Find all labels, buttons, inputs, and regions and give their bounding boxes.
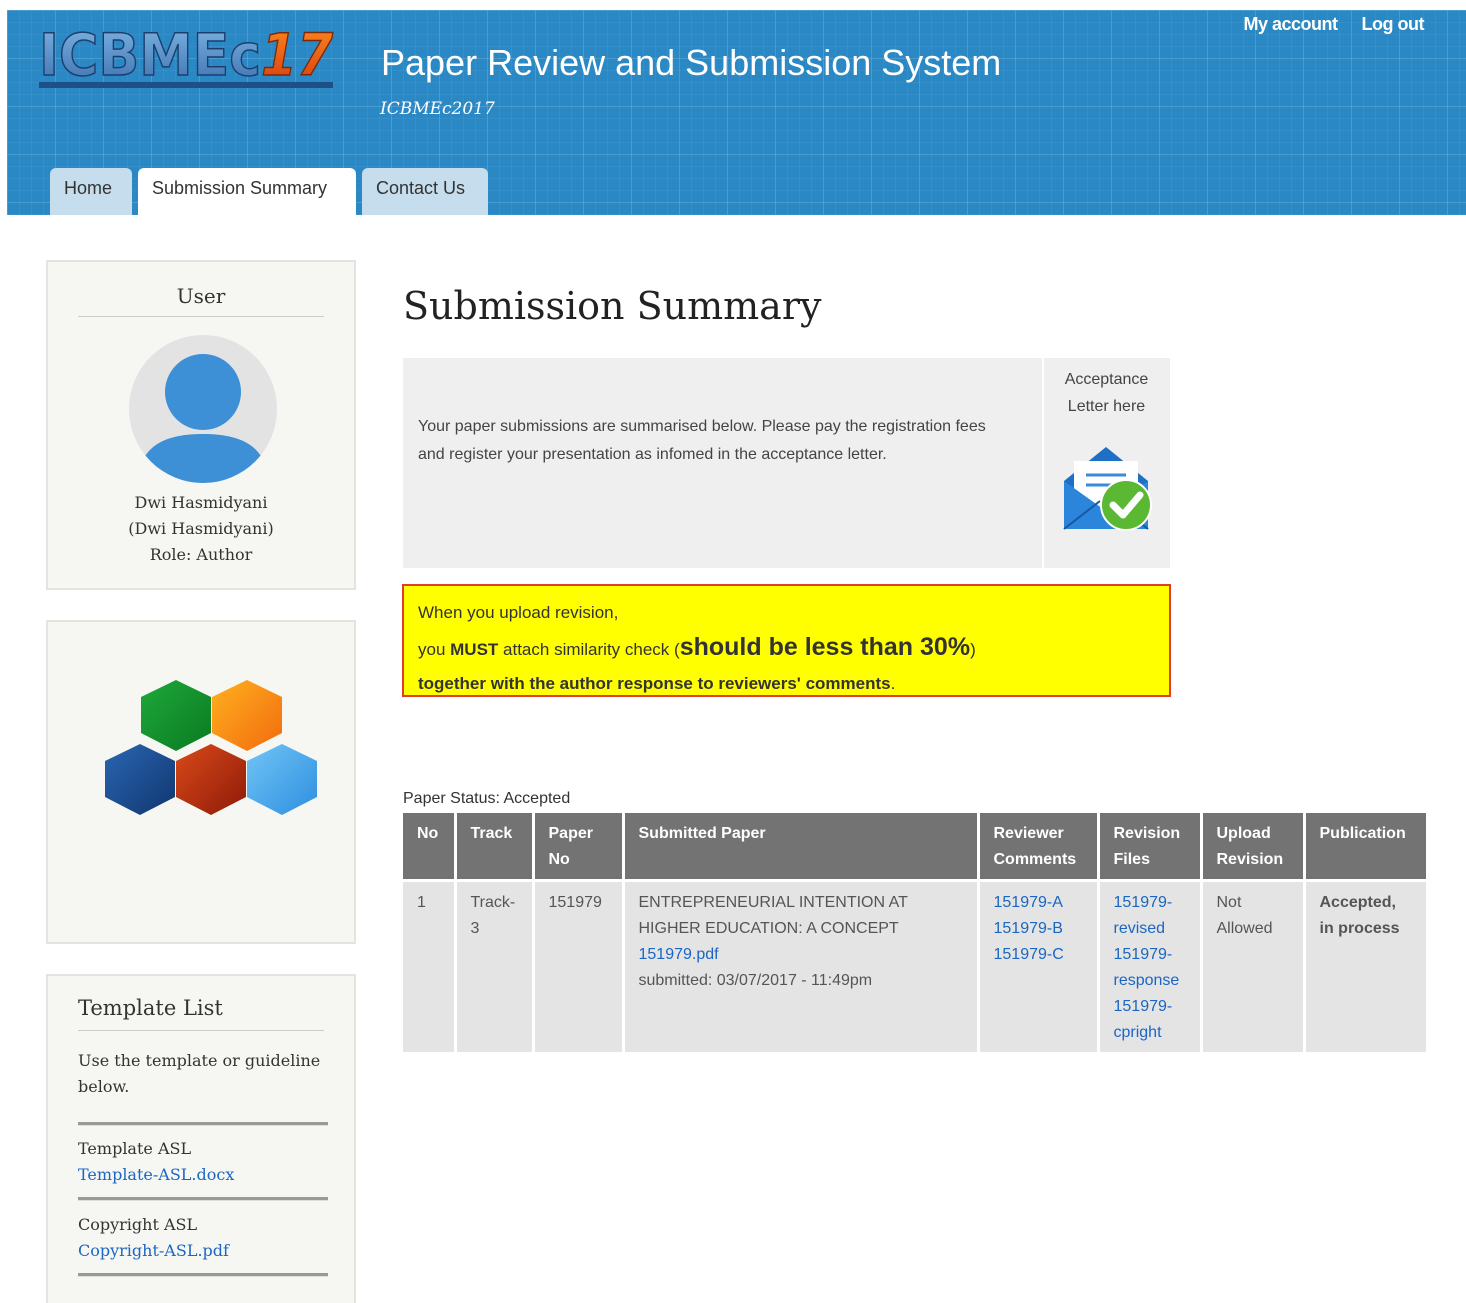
svg-text:ICBMEc: ICBMEc — [39, 21, 261, 89]
column-header: Revision Files — [1098, 813, 1203, 881]
user-name: Dwi Hasmidyani — [134, 493, 268, 512]
warning-similarity-limit: should be less than 30% — [679, 633, 971, 661]
cell-reviewer-comments: 151979-A 151979-B 151979-C — [978, 879, 1100, 1052]
svg-text:17: 17 — [261, 21, 334, 89]
revised-file-link[interactable]: 151979-revised — [1114, 890, 1186, 942]
cell-no: 1 — [403, 879, 457, 1052]
site-header: ICBMEc 17 Paper Review and Submission Sy… — [7, 10, 1466, 215]
site-slogan: ICBMEc2017 — [380, 99, 495, 119]
cell-submitted-paper: ENTREPRENEURIAL INTENTION AT HIGHER EDUC… — [623, 879, 980, 1052]
papers-table: No Track Paper No Submitted Paper Review… — [403, 813, 1426, 1052]
warning-text: attach similarity check ( — [498, 640, 680, 659]
reviewer-comment-link-b[interactable]: 151979-B — [994, 916, 1083, 942]
template-item: Template ASL Template-ASL.docx — [78, 1136, 234, 1188]
cell-revision-files: 151979-revised 151979-response 151979-cp… — [1098, 879, 1203, 1052]
separator — [78, 1197, 328, 1201]
user-menu: My account Log out — [1243, 14, 1424, 35]
hexagon-logo — [105, 680, 317, 815]
conference-logo[interactable]: ICBMEc 17 — [37, 20, 337, 100]
template-item-label: Template ASL — [78, 1139, 192, 1158]
user-avatar-icon — [129, 335, 277, 483]
info-text: Your paper submissions are summarised be… — [418, 418, 986, 463]
template-item-label: Copyright ASL — [78, 1215, 198, 1234]
separator — [78, 1122, 328, 1126]
copyright-asl-link[interactable]: Copyright-ASL.pdf — [78, 1241, 229, 1260]
tab-home[interactable]: Home — [50, 168, 132, 215]
paper-status: Paper Status: Accepted — [403, 790, 571, 807]
template-asl-link[interactable]: Template-ASL.docx — [78, 1165, 234, 1184]
copyright-file-link[interactable]: 151979-cpright — [1114, 994, 1186, 1046]
cell-publication: Accepted, in process — [1304, 879, 1426, 1052]
column-header: Publication — [1304, 813, 1426, 881]
user-block-title: User — [78, 284, 324, 317]
column-header: Submitted Paper — [623, 813, 980, 881]
column-header: Track — [455, 813, 535, 881]
reviewer-comment-link-c[interactable]: 151979-C — [994, 942, 1083, 968]
table-row: 1 Track-3 151979 ENTREPRENEURIAL INTENTI… — [403, 879, 1426, 1052]
my-account-link[interactable]: My account — [1243, 14, 1338, 35]
separator — [78, 1273, 328, 1277]
column-header: Paper No — [533, 813, 625, 881]
warning-text: ) — [970, 640, 976, 659]
warning-text: together with the author response to rev… — [418, 674, 891, 693]
submitted-date: submitted: 03/07/2017 - 11:49pm — [638, 972, 873, 989]
cell-track: Track-3 — [455, 879, 535, 1052]
column-header: Reviewer Comments — [978, 813, 1100, 881]
tab-contact-us[interactable]: Contact Us — [362, 168, 488, 215]
warning-line-1: When you upload revision, — [418, 603, 619, 622]
reviewer-comment-link-a[interactable]: 151979-A — [994, 890, 1083, 916]
template-list-title: Template List — [78, 996, 324, 1031]
warning-line-2: you MUST attach similarity check (should… — [418, 630, 1155, 667]
template-list-description: Use the template or guideline below. — [78, 1051, 321, 1096]
main-tabs: Home Submission Summary Contact Us — [50, 168, 488, 215]
warning-text: . — [890, 674, 896, 693]
paper-title: ENTREPRENEURIAL INTENTION AT HIGHER EDUC… — [638, 894, 908, 937]
site-name[interactable]: Paper Review and Submission System — [381, 42, 1001, 84]
tab-submission-summary[interactable]: Submission Summary — [138, 168, 356, 215]
template-list-block: Template List Use the template or guidel… — [46, 974, 356, 1303]
cell-paper-no: 151979 — [533, 879, 625, 1052]
user-block: User Dwi Hasmidyani (Dwi Hasmidyani) Rol… — [46, 260, 356, 590]
response-file-link[interactable]: 151979-response — [1114, 942, 1186, 994]
user-info: Dwi Hasmidyani (Dwi Hasmidyani) Role: Au… — [48, 490, 354, 568]
warning-must: MUST — [450, 640, 499, 659]
warning-line-3: together with the author response to rev… — [418, 667, 1155, 701]
revision-warning: When you upload revision, you MUST attac… — [402, 584, 1171, 697]
paper-file-link[interactable]: 151979.pdf — [639, 942, 963, 968]
hexagon-logo-block — [46, 620, 356, 944]
user-role: Role: Author — [149, 545, 253, 564]
page-title: Submission Summary — [403, 284, 822, 328]
cell-upload-revision: Not Allowed — [1201, 879, 1306, 1052]
template-item: Copyright ASL Copyright-ASL.pdf — [78, 1212, 229, 1264]
info-box: Your paper submissions are summarised be… — [403, 358, 1170, 568]
acceptance-letter-label: Acceptance Letter here — [1064, 371, 1149, 415]
warning-text: you — [418, 640, 451, 659]
table-header-row: No Track Paper No Submitted Paper Review… — [403, 813, 1426, 881]
acceptance-letter-envelope-icon[interactable] — [1060, 443, 1152, 533]
logout-link[interactable]: Log out — [1362, 14, 1425, 35]
column-header: Upload Revision — [1201, 813, 1306, 881]
column-header: No — [403, 813, 457, 881]
user-username: (Dwi Hasmidyani) — [128, 519, 274, 538]
